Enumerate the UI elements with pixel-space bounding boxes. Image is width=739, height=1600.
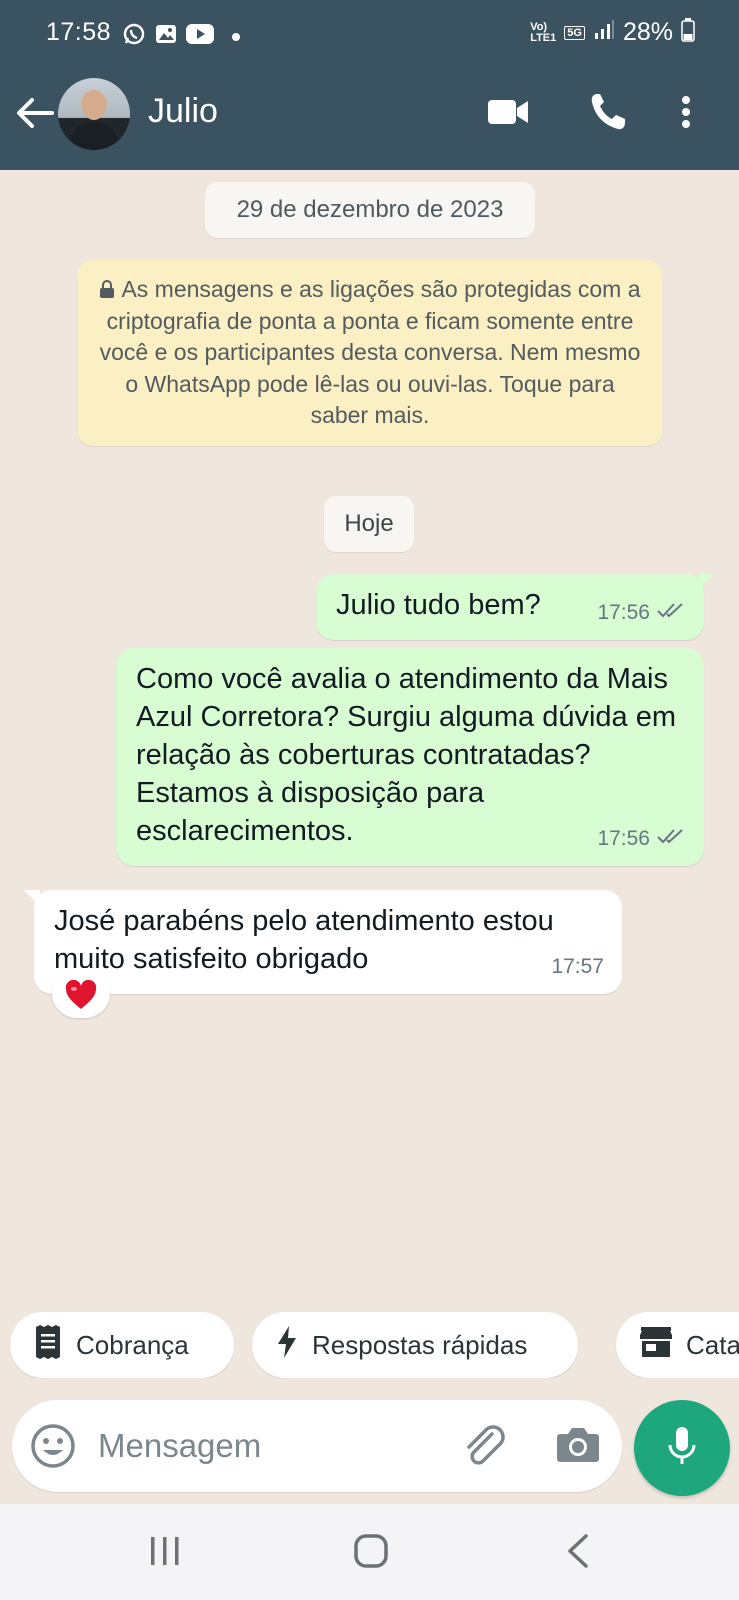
encryption-notice-text: As mensagens e as ligações são protegida… — [99, 276, 641, 428]
message-meta: 17:56 — [597, 820, 686, 858]
encryption-notice[interactable]: As mensagens e as ligações são protegida… — [78, 260, 662, 446]
recent-apps-icon[interactable] — [148, 1534, 182, 1573]
chat-area[interactable]: 29 de dezembro de 2023 As mensagens e as… — [0, 170, 739, 1300]
heart-reaction[interactable] — [52, 968, 110, 1018]
system-status-icons: Vo) LTE1 5G 28% — [530, 18, 695, 47]
message-meta: 17:57 — [551, 948, 604, 986]
outgoing-message[interactable]: Julio tudo bem? 17:56 — [316, 574, 714, 640]
system-navigation-bar — [0, 1504, 739, 1600]
network-5g-indicator: 5G — [564, 25, 585, 40]
message-text: José parabéns pelo atendimento estou mui… — [54, 905, 554, 975]
more-notifications-dot — [232, 32, 240, 41]
double-check-icon — [656, 594, 686, 632]
message-meta: 17:56 — [597, 594, 686, 632]
catalog-chip-label: Cata — [686, 1329, 739, 1360]
avatar-shirt-shape — [70, 122, 118, 150]
message-time: 17:56 — [597, 601, 650, 624]
bubble-tail — [24, 890, 40, 906]
message-text: Como você avalia o atendimento da Mais A… — [136, 663, 676, 847]
lightning-icon — [276, 1325, 298, 1365]
contact-name[interactable]: Julio — [148, 92, 218, 131]
catalog-chip[interactable]: Cata — [616, 1312, 739, 1378]
home-icon[interactable] — [354, 1534, 388, 1573]
bubble-tail — [698, 574, 714, 590]
status-bar: 17:58 Vo) LTE1 5G 28% — [0, 0, 739, 72]
lte-label: LTE1 — [530, 31, 557, 44]
storefront-icon — [640, 1326, 672, 1364]
receipt-icon — [34, 1324, 62, 1366]
quick-action-chips: Cobrança Respostas rápidas Cata — [0, 1312, 739, 1378]
notification-icons — [122, 22, 240, 51]
battery-icon — [681, 18, 695, 47]
outgoing-message[interactable]: Como você avalia o atendimento da Mais A… — [116, 648, 704, 866]
message-input[interactable] — [98, 1418, 438, 1474]
nav-back-icon[interactable] — [566, 1534, 590, 1573]
double-check-icon — [656, 820, 686, 858]
date-chip: 29 de dezembro de 2023 — [205, 182, 535, 238]
message-composer — [12, 1400, 622, 1492]
more-options-icon[interactable] — [678, 90, 694, 139]
camera-icon[interactable] — [556, 1424, 600, 1469]
chat-app-bar: Julio — [0, 72, 739, 170]
attach-paperclip-icon[interactable] — [462, 1422, 508, 1475]
contact-avatar[interactable] — [58, 78, 130, 150]
lock-icon — [99, 275, 115, 298]
volte-label: Vo) — [530, 20, 548, 33]
microphone-icon — [666, 1425, 698, 1472]
billing-chip-label: Cobrança — [76, 1329, 189, 1360]
volte-indicator: Vo) LTE1 — [530, 20, 557, 44]
battery-percentage: 28% — [622, 18, 673, 46]
billing-chip[interactable]: Cobrança — [10, 1312, 234, 1378]
quick-replies-chip[interactable]: Respostas rápidas — [252, 1312, 578, 1378]
signal-icon — [593, 19, 615, 46]
gallery-notification-icon — [154, 22, 178, 51]
message-text: Julio tudo bem? — [336, 589, 541, 621]
status-time: 17:58 — [46, 18, 112, 46]
voice-call-icon[interactable] — [588, 90, 628, 139]
whatsapp-notification-icon — [122, 22, 146, 51]
top-bar: 17:58 Vo) LTE1 5G 28% Julio — [0, 0, 739, 170]
back-arrow-icon[interactable] — [14, 92, 56, 134]
avatar-head-shape — [82, 90, 106, 120]
quick-replies-chip-label: Respostas rápidas — [312, 1329, 528, 1360]
message-time: 17:56 — [597, 827, 650, 850]
incoming-message[interactable]: José parabéns pelo atendimento estou mui… — [24, 890, 622, 994]
message-time: 17:57 — [551, 955, 604, 978]
voice-message-button[interactable] — [634, 1400, 730, 1496]
youtube-notification-icon — [186, 23, 214, 50]
emoji-icon[interactable] — [30, 1423, 76, 1474]
video-call-icon[interactable] — [486, 90, 530, 139]
today-chip: Hoje — [324, 496, 414, 552]
